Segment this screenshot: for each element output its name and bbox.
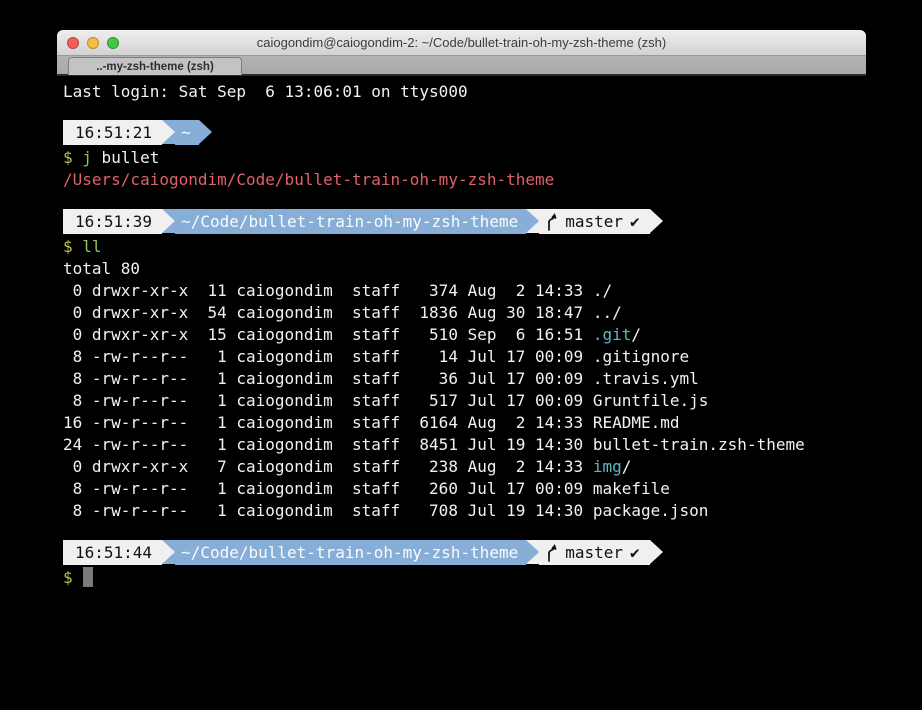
- ls-row: 0 drwxr-xr-x 54 caiogondim staff 1836 Au…: [63, 302, 922, 324]
- ls-row-filename: bullet-train.zsh-theme: [593, 435, 805, 454]
- ls-row-filename: img: [593, 457, 622, 476]
- prompt-bar-3: 16:51:44 ~/Code/bullet-train-oh-my-zsh-t…: [63, 540, 922, 565]
- git-branch-icon: [545, 213, 558, 231]
- ls-row-filename: .git: [593, 325, 632, 344]
- ls-row-meta: 16 -rw-r--r-- 1 caiogondim staff 6164 Au…: [63, 413, 593, 432]
- ls-row: 16 -rw-r--r-- 1 caiogondim staff 6164 Au…: [63, 412, 922, 434]
- ls-row-meta: 8 -rw-r--r-- 1 caiogondim staff 260 Jul …: [63, 479, 593, 498]
- powerline-arrow-icon: [162, 540, 175, 564]
- ls-row-meta: 8 -rw-r--r-- 1 caiogondim staff 517 Jul …: [63, 391, 593, 410]
- ls-listing: 0 drwxr-xr-x 11 caiogondim staff 374 Aug…: [63, 280, 922, 522]
- zoom-button[interactable]: [107, 37, 119, 49]
- command-line-1: $ j bullet: [63, 147, 922, 169]
- close-button[interactable]: [67, 37, 79, 49]
- git-branch-icon: [545, 544, 558, 562]
- ls-row: 24 -rw-r--r-- 1 caiogondim staff 8451 Ju…: [63, 434, 922, 456]
- prompt-bar-1: 16:51:21 ~: [63, 120, 922, 145]
- git-segment: master ✔: [539, 540, 649, 565]
- minimize-button[interactable]: [87, 37, 99, 49]
- ls-row-filename: Gruntfile.js: [593, 391, 709, 410]
- ls-row-meta: 8 -rw-r--r-- 1 caiogondim staff 708 Jul …: [63, 501, 593, 520]
- ls-row-filename: README.md: [593, 413, 680, 432]
- powerline-arrow-icon: [162, 120, 175, 144]
- ls-row-meta: 0 drwxr-xr-x 54 caiogondim staff 1836 Au…: [63, 303, 593, 322]
- tab-label: ..-my-zsh-theme (zsh): [96, 61, 214, 73]
- ls-row-meta: 8 -rw-r--r-- 1 caiogondim staff 36 Jul 1…: [63, 369, 593, 388]
- dir-segment: ~/Code/bullet-train-oh-my-zsh-theme: [175, 209, 526, 234]
- ls-row-meta: 0 drwxr-xr-x 7 caiogondim staff 238 Aug …: [63, 457, 593, 476]
- ls-row: 8 -rw-r--r-- 1 caiogondim staff 708 Jul …: [63, 500, 922, 522]
- git-segment: master ✔: [539, 209, 649, 234]
- git-branch-label: master: [565, 542, 623, 564]
- window-title: caiogondim@caiogondim-2: ~/Code/bullet-t…: [57, 35, 866, 50]
- prompt-char: $: [63, 148, 73, 167]
- text-cursor: [83, 567, 93, 587]
- prompt-bar-2: 16:51:39 ~/Code/bullet-train-oh-my-zsh-t…: [63, 209, 922, 234]
- git-clean-check-icon: ✔: [630, 542, 640, 564]
- ls-row-dir-slash: /: [622, 457, 632, 476]
- traffic-lights: [67, 30, 119, 55]
- ls-row-meta: 0 drwxr-xr-x 15 caiogondim staff 510 Sep…: [63, 325, 593, 344]
- time-segment: 16:51:39: [63, 209, 162, 234]
- jump-output-path: /Users/caiogondim/Code/bullet-train-oh-m…: [63, 169, 922, 191]
- command-name: ll: [82, 237, 101, 256]
- tab-bar: ..-my-zsh-theme (zsh): [57, 56, 866, 76]
- ls-row: 8 -rw-r--r-- 1 caiogondim staff 14 Jul 1…: [63, 346, 922, 368]
- ls-row: 8 -rw-r--r-- 1 caiogondim staff 260 Jul …: [63, 478, 922, 500]
- ls-row-filename: ../: [593, 303, 622, 322]
- ls-row-filename: ./: [593, 281, 612, 300]
- terminal-content[interactable]: Last login: Sat Sep 6 13:06:01 on ttys00…: [57, 76, 922, 710]
- prompt-char: $: [63, 568, 73, 587]
- git-branch-label: master: [565, 211, 623, 233]
- ls-row-meta: 24 -rw-r--r-- 1 caiogondim staff 8451 Ju…: [63, 435, 593, 454]
- dir-segment: ~: [175, 120, 199, 145]
- ls-total-line: total 80: [63, 258, 922, 280]
- ls-row: 8 -rw-r--r-- 1 caiogondim staff 36 Jul 1…: [63, 368, 922, 390]
- ls-row-filename: makefile: [593, 479, 670, 498]
- powerline-arrow-icon: [650, 540, 663, 564]
- tab-my-zsh-theme[interactable]: ..-my-zsh-theme (zsh): [68, 57, 242, 75]
- command-line-2: $ ll: [63, 236, 922, 258]
- git-clean-check-icon: ✔: [630, 211, 640, 233]
- powerline-arrow-icon: [526, 540, 539, 564]
- powerline-arrow-icon: [526, 209, 539, 233]
- command-args: bullet: [92, 148, 159, 167]
- ls-row-filename: .travis.yml: [593, 369, 699, 388]
- ls-row: 0 drwxr-xr-x 11 caiogondim staff 374 Aug…: [63, 280, 922, 302]
- ls-row-dir-slash: /: [631, 325, 641, 344]
- powerline-arrow-icon: [199, 120, 212, 144]
- ls-row: 0 drwxr-xr-x 15 caiogondim staff 510 Sep…: [63, 324, 922, 346]
- active-command-line[interactable]: $: [63, 567, 922, 589]
- titlebar[interactable]: caiogondim@caiogondim-2: ~/Code/bullet-t…: [57, 30, 866, 56]
- ls-row-meta: 0 drwxr-xr-x 11 caiogondim staff 374 Aug…: [63, 281, 593, 300]
- dir-segment: ~/Code/bullet-train-oh-my-zsh-theme: [175, 540, 526, 565]
- terminal-window: caiogondim@caiogondim-2: ~/Code/bullet-t…: [57, 30, 866, 76]
- ls-row-filename: package.json: [593, 501, 709, 520]
- powerline-arrow-icon: [162, 209, 175, 233]
- ls-row: 8 -rw-r--r-- 1 caiogondim staff 517 Jul …: [63, 390, 922, 412]
- prompt-char: $: [63, 237, 73, 256]
- command-name: j: [82, 148, 92, 167]
- ls-row-meta: 8 -rw-r--r-- 1 caiogondim staff 14 Jul 1…: [63, 347, 593, 366]
- powerline-arrow-icon: [650, 209, 663, 233]
- last-login-line: Last login: Sat Sep 6 13:06:01 on ttys00…: [63, 81, 922, 103]
- ls-row: 0 drwxr-xr-x 7 caiogondim staff 238 Aug …: [63, 456, 922, 478]
- time-segment: 16:51:21: [63, 120, 162, 145]
- ls-row-filename: .gitignore: [593, 347, 689, 366]
- time-segment: 16:51:44: [63, 540, 162, 565]
